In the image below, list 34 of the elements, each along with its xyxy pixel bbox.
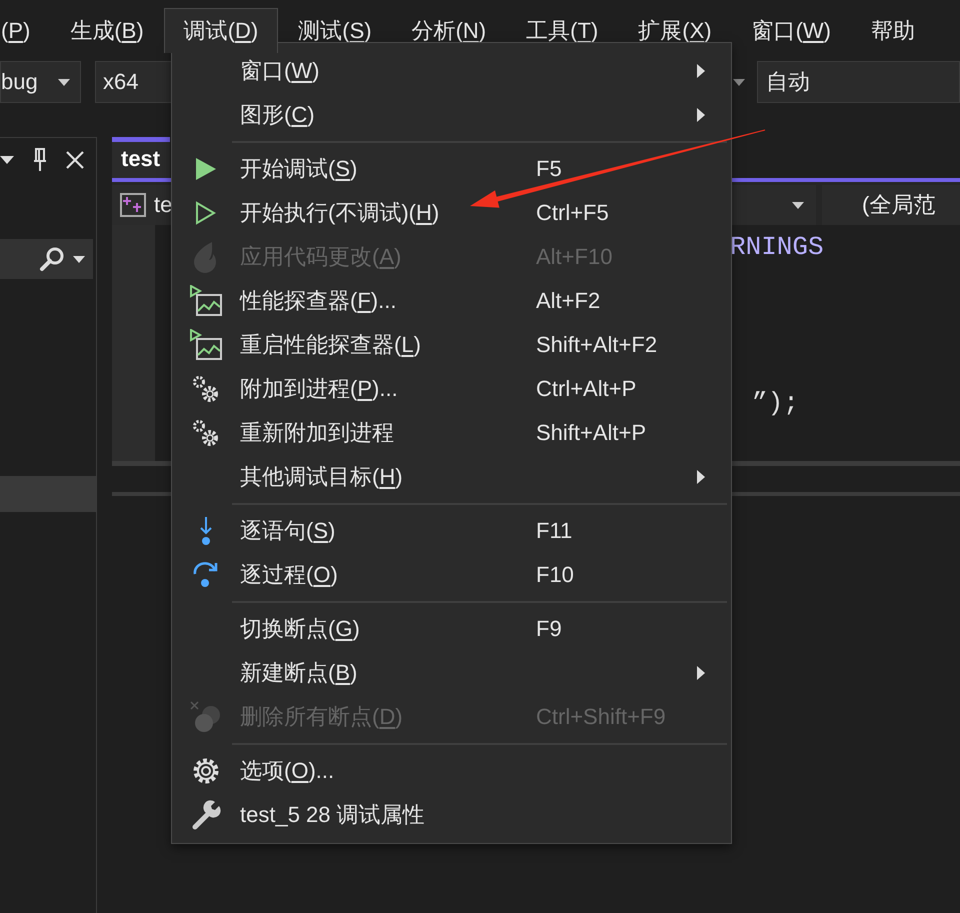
shortcut-text: F5 [536, 156, 562, 181]
menu-item-label: 重新附加到进程 [240, 419, 395, 447]
shortcut-text: Ctrl+Shift+F9 [536, 704, 666, 729]
menu-item-label: 图形(C) [240, 101, 316, 129]
menu-item-label: 窗口(W) [240, 57, 320, 85]
platform-value: x64 [103, 69, 138, 95]
menu-item-label: 选项(O)... [240, 757, 336, 785]
shortcut-text: Alt+F2 [536, 288, 600, 313]
shortcut-text: F10 [536, 562, 574, 587]
configuration-value: bug [1, 69, 38, 95]
menu-item-label: 新建断点(B) [240, 659, 358, 687]
shortcut-text: F11 [536, 518, 572, 543]
menu-item-label: 逐过程(O) [240, 561, 339, 589]
menu-item-label: 重启性能探查器(L) [240, 331, 422, 359]
shortcut-text: F9 [536, 616, 562, 641]
shortcut-text: Ctrl+F5 [536, 200, 609, 225]
menu-item-label: 逐语句(S) [240, 517, 336, 545]
menu-item-label: 开始执行(不调试)(H) [240, 199, 440, 227]
menu-item-label: 其他调试目标(H) [240, 463, 404, 491]
shortcut-text: Shift+Alt+P [536, 420, 646, 445]
menu-item-label: 性能探查器(F)... [240, 287, 398, 315]
shortcut-text: Shift+Alt+F2 [536, 332, 658, 357]
menu-item-label: 删除所有断点(D) [240, 703, 404, 731]
menu-item-label: 附加到进程(P)... [240, 375, 399, 403]
file-name: te [154, 192, 172, 218]
field-value: 自动 [766, 68, 810, 96]
shortcut-text: Ctrl+Alt+P [536, 376, 636, 401]
menu-item-label: 开始调试(S) [240, 155, 358, 183]
code-line: ”); [752, 387, 800, 420]
menu-item-label: 切换断点(G) [240, 615, 361, 643]
shortcut-text: Alt+F10 [536, 244, 612, 269]
menu-item-label: 应用代码更改(A) [240, 243, 402, 271]
code-line: RNINGS [730, 231, 825, 264]
menu-item-label: test_5 28 调试属性 [240, 801, 426, 829]
